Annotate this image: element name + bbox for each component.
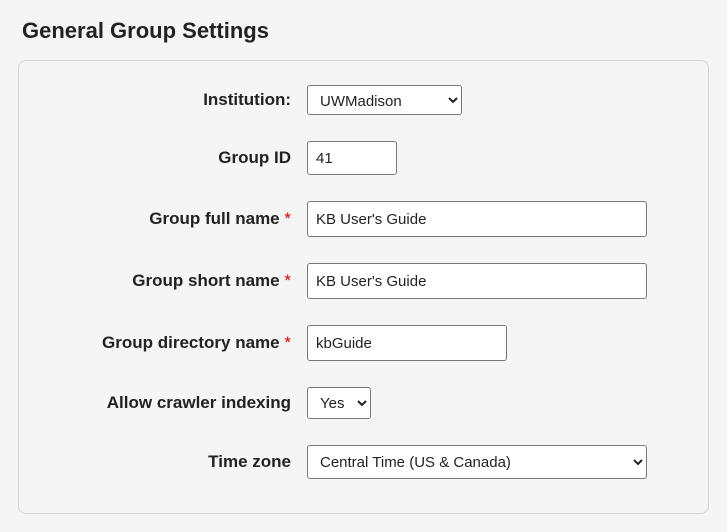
label-group-full-name: Group full name * bbox=[47, 208, 307, 230]
label-group-full-name-text: Group full name bbox=[149, 209, 279, 228]
group-id-input bbox=[307, 141, 397, 175]
label-allow-crawler-text: Allow crawler indexing bbox=[107, 393, 291, 412]
group-directory-name-input bbox=[307, 325, 507, 361]
field-institution-col: UWMadison bbox=[307, 85, 680, 115]
label-institution-text: Institution: bbox=[203, 90, 291, 109]
label-time-zone: Time zone bbox=[47, 451, 307, 473]
label-time-zone-text: Time zone bbox=[208, 452, 291, 471]
group-full-name-input[interactable] bbox=[307, 201, 647, 237]
row-group-full-name: Group full name * bbox=[47, 201, 680, 237]
label-group-directory-name: Group directory name * bbox=[47, 332, 307, 354]
row-institution: Institution: UWMadison bbox=[47, 85, 680, 115]
required-marker: * bbox=[284, 333, 291, 352]
row-group-directory-name: Group directory name * bbox=[47, 325, 680, 361]
label-group-id: Group ID bbox=[47, 147, 307, 169]
label-group-short-name: Group short name * bbox=[47, 270, 307, 292]
field-group-directory-name-col bbox=[307, 325, 680, 361]
label-institution: Institution: bbox=[47, 89, 307, 111]
row-time-zone: Time zone Central Time (US & Canada) bbox=[47, 445, 680, 479]
field-group-short-name-col bbox=[307, 263, 680, 299]
row-group-id: Group ID bbox=[47, 141, 680, 175]
page-title: General Group Settings bbox=[22, 18, 709, 44]
time-zone-select[interactable]: Central Time (US & Canada) bbox=[307, 445, 647, 479]
allow-crawler-select[interactable]: Yes bbox=[307, 387, 371, 419]
label-group-short-name-text: Group short name bbox=[132, 271, 279, 290]
field-allow-crawler-col: Yes bbox=[307, 387, 680, 419]
field-group-full-name-col bbox=[307, 201, 680, 237]
row-allow-crawler: Allow crawler indexing Yes bbox=[47, 387, 680, 419]
group-short-name-input[interactable] bbox=[307, 263, 647, 299]
settings-panel: Institution: UWMadison Group ID Group fu… bbox=[18, 60, 709, 514]
field-time-zone-col: Central Time (US & Canada) bbox=[307, 445, 680, 479]
required-marker: * bbox=[284, 209, 291, 228]
institution-select[interactable]: UWMadison bbox=[307, 85, 462, 115]
required-marker: * bbox=[284, 271, 291, 290]
row-group-short-name: Group short name * bbox=[47, 263, 680, 299]
label-allow-crawler: Allow crawler indexing bbox=[47, 392, 307, 414]
label-group-id-text: Group ID bbox=[218, 148, 291, 167]
field-group-id-col bbox=[307, 141, 680, 175]
label-group-directory-name-text: Group directory name bbox=[102, 333, 280, 352]
